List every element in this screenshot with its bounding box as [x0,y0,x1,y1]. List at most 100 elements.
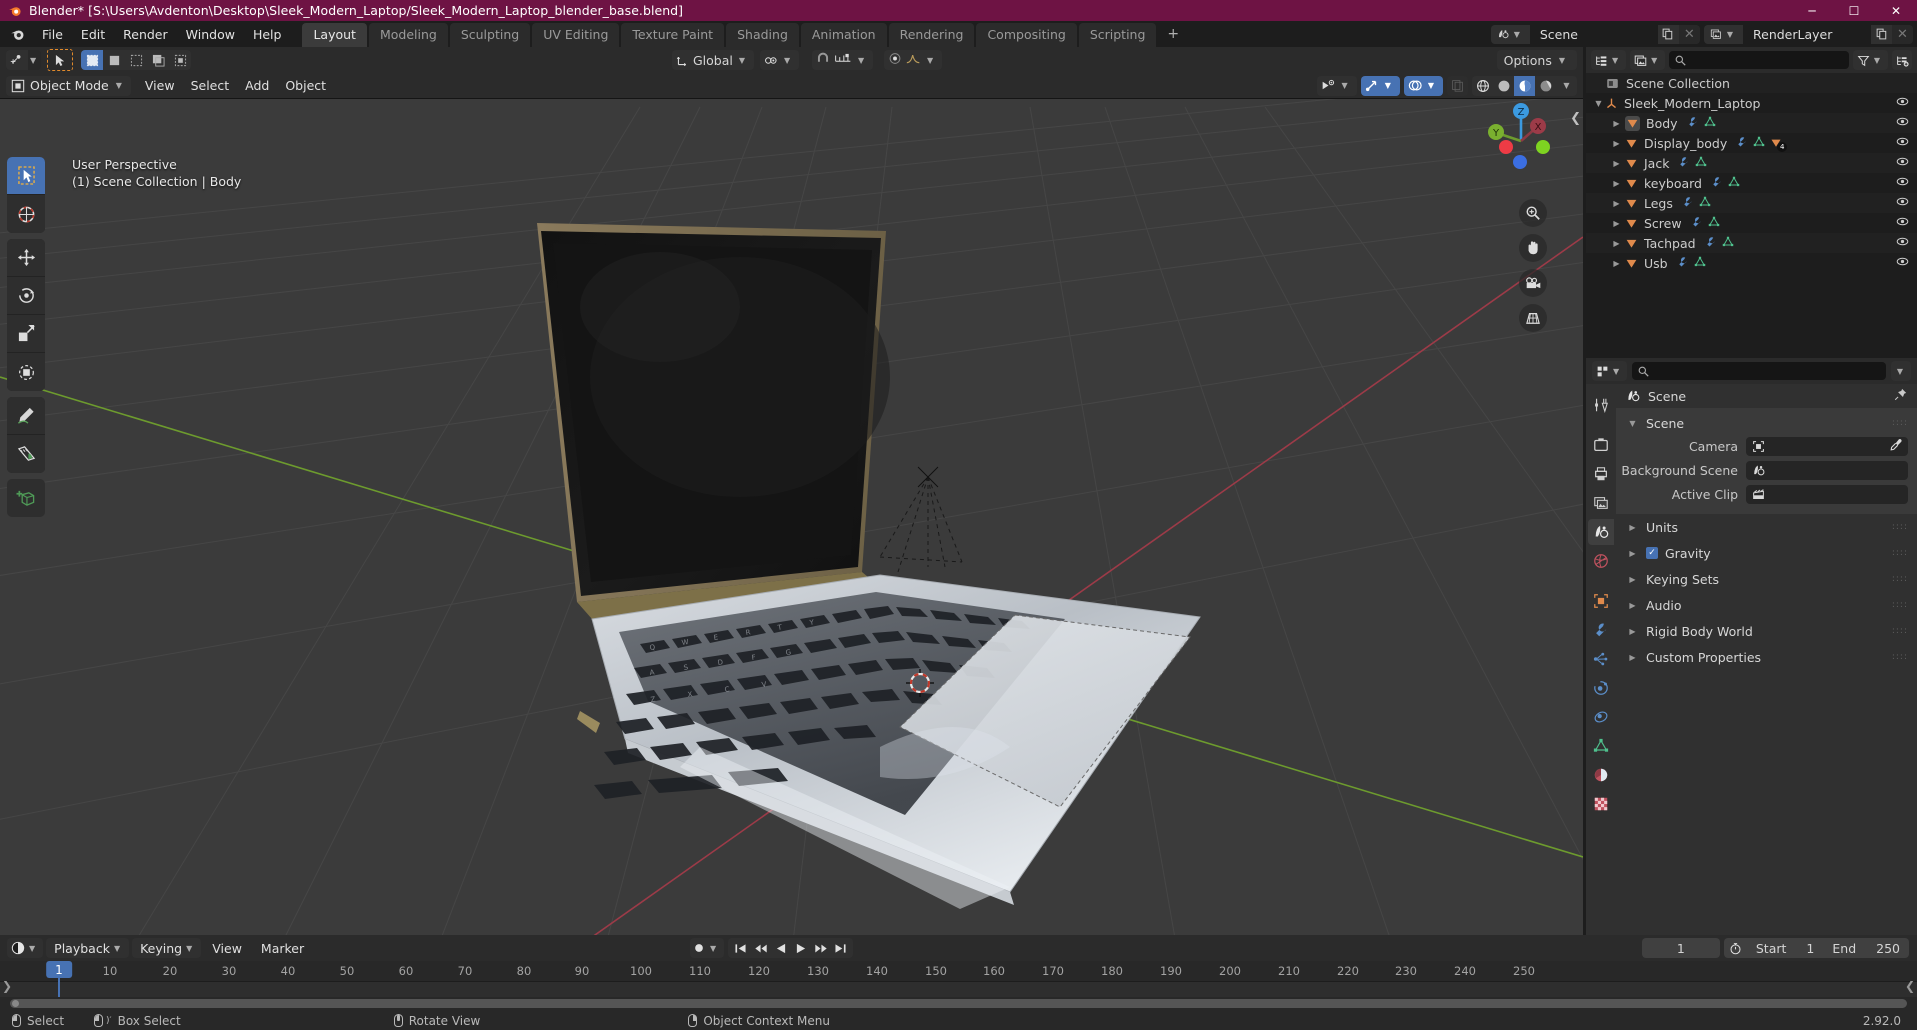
outliner-row-sleek-modern-laptop[interactable]: ▼ Sleek_Modern_Laptop [1586,93,1917,113]
outliner-row-scene-collection[interactable]: Scene Collection [1586,73,1917,93]
modifier-wrench-icon[interactable] [1687,116,1699,131]
chevron-down-icon[interactable]: ▼ [1611,367,1624,376]
select-mode-button[interactable] [47,49,74,71]
workspace-tab-compositing[interactable]: Compositing [976,23,1077,47]
expand-arrow-icon[interactable]: ▼ [1592,99,1605,108]
menu-help[interactable]: Help [244,24,291,45]
workspace-tab-texture-paint[interactable]: Texture Paint [621,23,725,47]
select-set-icon[interactable] [81,50,104,70]
scene-selector[interactable]: ▼ Scene ✕ [1490,24,1700,44]
workspace-tab-layout[interactable]: Layout [302,23,367,47]
3d-viewport[interactable]: Q W E R T Y A S D F G Z X C V ▼ Global ▼… [0,47,1583,935]
chevron-down-icon[interactable]: ▼ [1340,81,1353,90]
chevron-down-icon[interactable]: ▼ [708,944,721,953]
mesh-users-icon[interactable]: 4 [1770,137,1788,152]
timeline-editor-type-button[interactable]: ▼ [7,938,44,958]
use-preview-range-icon[interactable] [1724,938,1747,958]
visibility-eye-icon[interactable] [1896,115,1909,131]
chevron-down-icon[interactable]: ▼ [28,56,41,65]
magnet-icon[interactable] [816,52,830,69]
properties-tab-view-layer[interactable] [1588,490,1614,516]
new-view-layer-button[interactable] [1871,24,1892,44]
chevron-down-icon[interactable]: ▼ [1383,81,1396,90]
select-subtract-icon[interactable] [125,50,148,70]
properties-content[interactable]: Scene ▼ Scene :::: Camera Background Sce… [1616,384,1917,935]
properties-tab-object-data[interactable] [1588,733,1614,759]
chevron-down-icon[interactable]: ▼ [737,56,750,65]
auto-keying-toggle[interactable]: ▼ [690,938,725,958]
select-intersect-icon[interactable] [169,50,192,70]
outliner-row-tachpad[interactable]: ▶ Tachpad [1586,233,1917,253]
visibility-eye-icon[interactable] [1896,155,1909,171]
unlink-scene-button[interactable]: ✕ [1678,24,1700,44]
properties-tab-render[interactable] [1588,432,1614,458]
outliner-row-usb[interactable]: ▶ Usb [1586,253,1917,273]
outliner-display-mode-button[interactable]: ▼ [1630,50,1666,70]
navigation-gizmo[interactable]: Z Y X [1477,95,1561,179]
orthographic-toggle-icon[interactable] [1519,304,1547,332]
timeline-keying-dropdown[interactable]: Keying ▼ [132,938,202,958]
gizmo-toggle[interactable]: ▼ [1360,75,1400,96]
properties-tab-scene[interactable] [1588,519,1614,545]
outliner-row-legs[interactable]: ▶ Legs [1586,193,1917,213]
playhead-label[interactable]: 1 [46,961,72,978]
viewport-options-button[interactable]: Options ▼ [1496,50,1577,70]
next-keyframe-button[interactable] [811,938,831,958]
panel-header-gravity[interactable]: ▶ ✓ Gravity :::: [1616,540,1917,566]
background-scene-field[interactable] [1746,460,1908,480]
expand-arrow-icon[interactable]: ▶ [1610,199,1623,208]
mesh-data-icon[interactable] [1728,176,1740,191]
properties-editor[interactable]: ▼ ▼ Scene ▼ Scene:::: Camera Background… [1586,358,1917,935]
scene-name-field[interactable]: Scene [1529,24,1658,44]
chevron-down-icon[interactable]: ▼ [27,944,40,953]
scrollbar-knob[interactable] [12,1000,19,1007]
workspace-tab-rendering[interactable]: Rendering [888,23,975,47]
visibility-dropdown[interactable]: ▼ [1316,75,1357,96]
gravity-checkbox[interactable]: ✓ [1646,547,1658,559]
viewport-menu-add[interactable]: Add [237,76,277,95]
tool-annotate[interactable] [7,397,45,435]
properties-tab-object[interactable] [1588,588,1614,614]
scene-icon[interactable]: ▼ [1490,24,1530,44]
tool-add-cube[interactable] [7,479,45,517]
expand-arrow-icon[interactable]: ▶ [1626,653,1639,662]
play-reverse-button[interactable] [771,938,791,958]
cursor-snap-icon[interactable] [6,50,28,70]
panel-header-audio[interactable]: ▶ Audio :::: [1616,592,1917,618]
overlays-toggle[interactable]: ▼ [1403,75,1443,96]
chevron-down-icon[interactable]: ▼ [856,56,869,65]
viewport-menu-object[interactable]: Object [277,76,334,95]
expand-arrow-icon[interactable]: ▶ [1626,627,1639,636]
outliner-row-body[interactable]: ▶ Body [1586,113,1917,133]
visibility-eye-icon[interactable] [1896,235,1909,251]
visibility-eye-icon[interactable] [1896,195,1909,211]
select-invert-icon[interactable] [147,50,170,70]
properties-tab-physics[interactable] [1588,675,1614,701]
timeline-playback-dropdown[interactable]: Playback ▼ [46,938,130,958]
pin-icon[interactable] [1894,388,1907,404]
modifier-wrench-icon[interactable] [1678,156,1690,171]
mesh-data-icon[interactable] [1722,236,1734,251]
workspace-tab-sculpting[interactable]: Sculpting [449,23,531,47]
workspace-tab-scripting[interactable]: Scripting [1078,23,1157,47]
timeline-menu-marker[interactable]: Marker [253,939,312,958]
modifier-wrench-icon[interactable] [1682,196,1694,211]
chevron-down-icon[interactable]: ▼ [1649,56,1662,65]
shading-options-dropdown[interactable]: ▼ [1556,75,1577,96]
tool-measure[interactable] [7,435,45,473]
add-workspace-button[interactable]: + [1158,22,1188,46]
panel-header-units[interactable]: ▶ Units :::: [1616,514,1917,540]
expand-arrow-icon[interactable]: ▶ [1610,139,1623,148]
properties-tab-world[interactable] [1588,548,1614,574]
camera-field[interactable] [1746,436,1908,456]
timeline-editor[interactable]: ▼ Playback ▼ Keying ▼ View Marker ▼ 1 St… [0,935,1917,1011]
menu-file[interactable]: File [33,24,72,45]
expand-arrow-icon[interactable]: ▶ [1626,549,1639,558]
expand-arrow-icon[interactable]: ▶ [1610,119,1623,128]
timeline-horizontal-scrollbar[interactable] [10,999,1907,1008]
modifier-wrench-icon[interactable] [1677,256,1689,271]
panel-header-scene[interactable]: ▼ Scene :::: [1616,412,1917,434]
modifier-wrench-icon[interactable] [1705,236,1717,251]
tool-tweak[interactable] [7,157,45,195]
properties-tab-modifiers[interactable] [1588,617,1614,643]
